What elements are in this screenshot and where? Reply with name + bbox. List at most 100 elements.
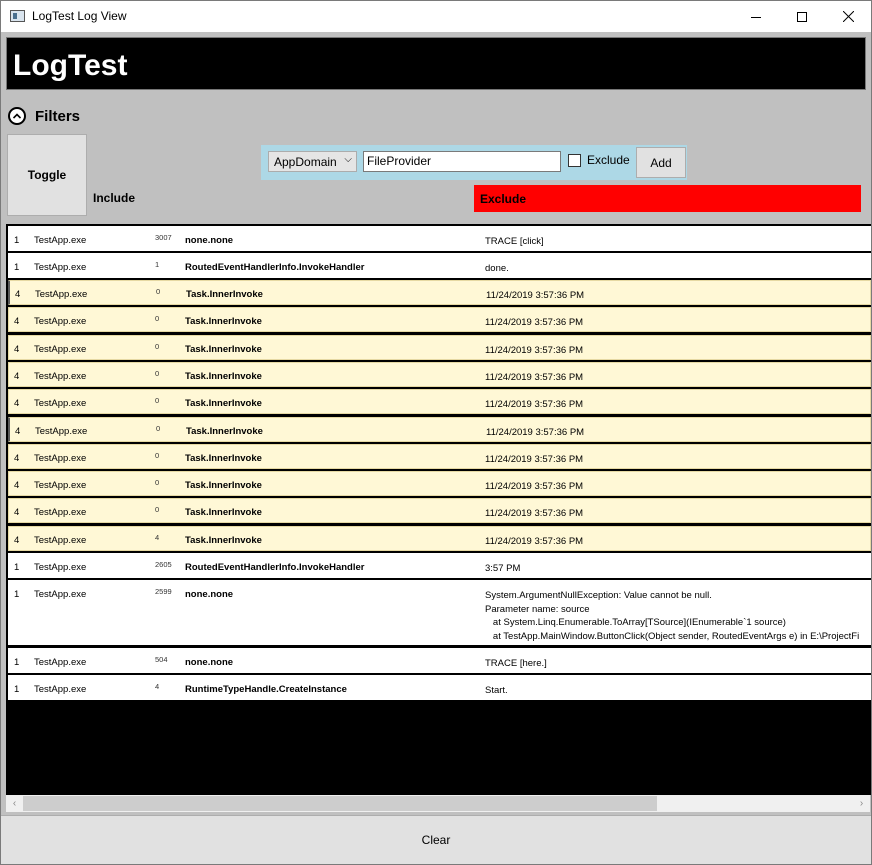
exclude-checkbox[interactable] <box>568 154 581 167</box>
include-label: Include <box>93 191 136 205</box>
filters-title: Filters <box>35 107 81 125</box>
log-process: TestApp.exe <box>34 562 87 573</box>
log-source: Task.InnerInvoke <box>185 344 262 355</box>
log-source: RoutedEventHandlerInfo.InvokeHandler <box>185 562 365 573</box>
filter-value-input[interactable]: FileProvider <box>363 151 561 172</box>
minimize-icon <box>751 16 761 18</box>
scroll-left-icon[interactable]: ‹ <box>6 795 23 812</box>
log-message: 11/24/2019 3:57:36 PM <box>486 290 585 301</box>
exclude-checkbox-label: Exclude <box>587 153 630 167</box>
log-row[interactable]: 1 TestApp.exe 2599 none.none System.Argument… <box>8 580 871 645</box>
log-thread-id: 4 <box>155 682 160 691</box>
log-message: 11/24/2019 3:57:36 PM <box>485 536 584 547</box>
log-process: TestApp.exe <box>34 453 87 464</box>
log-message: 11/24/2019 3:57:36 PM <box>485 317 584 328</box>
log-source: RuntimeTypeHandle.CreateInstance <box>185 684 347 695</box>
main-content: LogTest Filters Toggle Include AppDomain… <box>1 32 871 864</box>
log-row[interactable]: 4 TestApp.exe 0 Task.InnerInvoke 11/24/2019 … <box>8 307 871 332</box>
field-select-value: AppDomain <box>274 155 337 169</box>
log-row[interactable]: 4 TestApp.exe 0 Task.InnerInvoke 11/24/2019 … <box>8 417 871 442</box>
scroll-right-icon[interactable]: › <box>853 795 870 812</box>
log-source: Task.InnerInvoke <box>185 453 262 464</box>
log-thread-id: 0 <box>155 314 160 323</box>
log-thread-id: 3007 <box>155 233 172 242</box>
log-level: 1 <box>14 262 20 273</box>
log-row[interactable]: 4 TestApp.exe 0 Task.InnerInvoke 11/24/2019 … <box>8 498 871 523</box>
minimize-button[interactable] <box>733 1 779 32</box>
log-row[interactable]: 1 TestApp.exe 4 RuntimeTypeHandle.CreateIns… <box>8 675 871 700</box>
log-message: 11/24/2019 3:57:36 PM <box>485 345 584 356</box>
log-thread-id: 0 <box>156 287 161 296</box>
field-select[interactable]: AppDomain ⌵ <box>268 151 357 172</box>
log-source: none.none <box>185 657 234 668</box>
log-source: Task.InnerInvoke <box>185 480 262 491</box>
log-level: 4 <box>14 371 20 382</box>
log-level: 4 <box>14 398 20 409</box>
log-source: Task.InnerInvoke <box>185 507 262 518</box>
log-row[interactable]: 1 TestApp.exe 1 RoutedEventHandlerInfo.Invo… <box>8 253 871 278</box>
log-list[interactable]: 1 TestApp.exe 3007 none.none TRACE [click] 1 T… <box>6 224 871 795</box>
clear-button[interactable]: Clear <box>1 815 871 864</box>
app-header: LogTest <box>6 37 866 90</box>
log-thread-id: 0 <box>155 342 160 351</box>
log-row[interactable]: 4 TestApp.exe 0 Task.InnerInvoke 11/24/2019 … <box>8 362 871 387</box>
log-row[interactable]: 4 TestApp.exe 4 Task.InnerInvoke 11/24/2019 … <box>8 526 871 551</box>
log-process: TestApp.exe <box>35 426 88 437</box>
log-message: 11/24/2019 3:57:36 PM <box>485 508 584 519</box>
log-source: RoutedEventHandlerInfo.InvokeHandler <box>185 262 365 273</box>
log-message: 11/24/2019 3:57:36 PM <box>486 427 585 438</box>
log-message: done. <box>485 263 509 274</box>
log-row[interactable]: 4 TestApp.exe 0 Task.InnerInvoke 11/24/2019 … <box>8 444 871 469</box>
log-row[interactable]: 4 TestApp.exe 0 Task.InnerInvoke 11/24/2019 … <box>8 389 871 414</box>
log-row[interactable]: 1 TestApp.exe 3007 none.none TRACE [click] <box>8 226 871 251</box>
log-thread-id: 0 <box>156 424 161 433</box>
log-level: 4 <box>14 535 20 546</box>
log-row[interactable]: 4 TestApp.exe 0 Task.InnerInvoke 11/24/2019 … <box>8 471 871 496</box>
log-level: 4 <box>14 453 20 464</box>
maximize-button[interactable] <box>779 1 825 32</box>
log-level: 1 <box>14 589 20 600</box>
toggle-button[interactable]: Toggle <box>7 134 87 216</box>
collapse-chevron-up-icon[interactable] <box>8 107 26 125</box>
log-process: TestApp.exe <box>34 398 87 409</box>
close-icon <box>842 11 854 22</box>
log-message: TRACE [click] <box>485 236 544 247</box>
log-level: 1 <box>14 657 20 668</box>
log-row[interactable]: 4 TestApp.exe 0 Task.InnerInvoke 11/24/2019 … <box>8 280 871 305</box>
log-level: 4 <box>15 426 21 437</box>
window-title: LogTest Log View <box>32 9 127 23</box>
log-message: 11/24/2019 3:57:36 PM <box>485 399 584 410</box>
log-thread-id: 2599 <box>155 587 172 596</box>
log-source: none.none <box>185 235 234 246</box>
log-row[interactable]: 1 TestApp.exe 2605 RoutedEventHandlerInfo.I… <box>8 553 871 578</box>
chevron-down-icon: ⌵ <box>344 154 352 165</box>
log-process: TestApp.exe <box>34 262 87 273</box>
filter-editor: AppDomain ⌵ FileProvider Exclude Add <box>261 145 687 180</box>
horizontal-scrollbar[interactable]: ‹ › <box>6 795 870 812</box>
log-row[interactable]: 4 TestApp.exe 0 Task.InnerInvoke 11/24/2019 … <box>8 335 871 360</box>
log-message: Start. <box>485 685 508 696</box>
log-process: TestApp.exe <box>34 657 87 668</box>
log-row[interactable]: 1 TestApp.exe 504 none.none TRACE [here.] <box>8 648 871 673</box>
log-source: Task.InnerInvoke <box>185 371 262 382</box>
log-thread-id: 0 <box>155 396 160 405</box>
filters-header: Filters <box>8 107 80 125</box>
log-message: 3:57 PM <box>485 563 521 574</box>
log-level: 4 <box>14 316 20 327</box>
exclude-label: Exclude <box>480 192 527 206</box>
log-thread-id: 1 <box>155 260 160 269</box>
log-source: Task.InnerInvoke <box>185 535 262 546</box>
log-process: TestApp.exe <box>34 535 87 546</box>
log-level: 1 <box>14 684 20 695</box>
log-process: TestApp.exe <box>34 589 87 600</box>
scrollbar-thumb[interactable] <box>23 796 657 811</box>
title-bar[interactable]: LogTest Log View <box>1 1 871 32</box>
log-process: TestApp.exe <box>34 316 87 327</box>
log-thread-id: 0 <box>155 369 160 378</box>
maximize-icon <box>797 11 807 22</box>
add-filter-button[interactable]: Add <box>636 147 686 178</box>
log-level: 4 <box>14 507 20 518</box>
log-process: TestApp.exe <box>34 480 87 491</box>
log-message: TRACE [here.] <box>485 658 547 669</box>
close-button[interactable] <box>825 1 871 32</box>
